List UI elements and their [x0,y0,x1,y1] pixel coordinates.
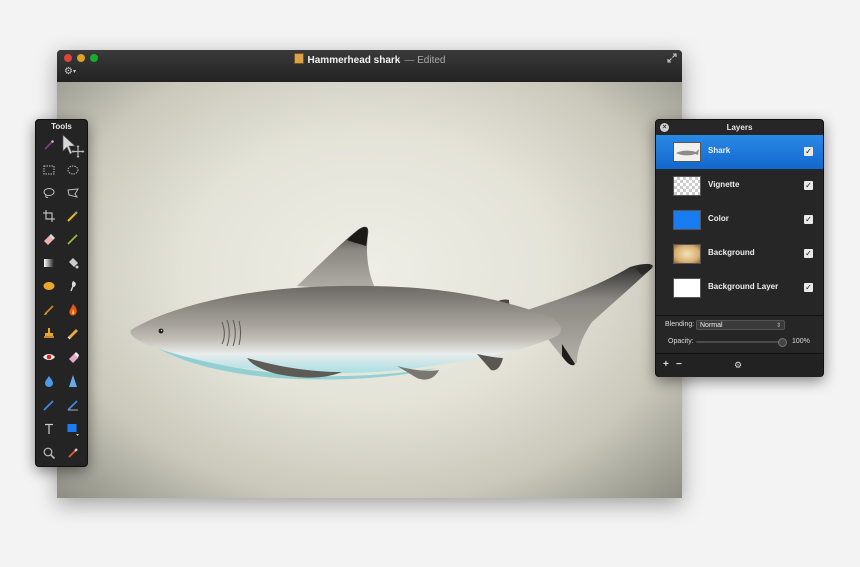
move-tool-icon[interactable] [60,133,86,159]
window-title: Hammerhead shark — Edited [57,53,682,66]
layer-thumbnail [673,278,701,298]
blending-select[interactable]: Normal ⇕ [696,320,785,330]
zoom-icon[interactable] [38,443,60,463]
layer-thumbnail [673,176,701,196]
lasso-icon[interactable] [38,183,60,203]
tools-panel: Tools [35,119,88,467]
layer-options-gear-icon[interactable]: ⚙ [734,360,742,370]
red-eye-icon[interactable] [38,347,60,367]
remove-layer-button[interactable]: − [676,360,682,370]
layers-panel: × Layers Shark ✓ Vignette ✓ Color ✓ Back… [655,119,824,377]
gear-menu-button[interactable]: ⚙▾ [64,67,76,77]
pen-icon[interactable] [38,395,60,415]
title-bar[interactable]: Hammerhead shark — Edited ⚙▾ [57,50,682,83]
document-icon [293,53,304,64]
layer-row-shark[interactable]: Shark ✓ [656,135,823,169]
magic-wand-icon[interactable] [38,135,60,155]
gear-icon: ⚙ [64,66,73,77]
layers-footer: + − ⚙ [656,353,823,377]
layer-name: Vignette [708,180,740,189]
shark-image [130,226,653,380]
eyedropper-icon[interactable] [62,206,84,226]
layer-thumbnail [673,210,701,230]
layer-visibility-checkbox[interactable]: ✓ [804,283,813,292]
layer-row-color[interactable]: Color ✓ [656,203,823,237]
sponge-icon[interactable] [38,276,60,296]
pencil-icon[interactable] [62,229,84,249]
layer-name: Color [708,214,729,223]
edited-status: Edited [417,55,446,66]
fullscreen-icon[interactable] [667,53,677,63]
ellipse-select-icon[interactable] [62,160,84,180]
document-name: Hammerhead shark [307,55,401,66]
close-icon[interactable]: × [660,123,669,132]
blending-label: Blending: [665,321,695,328]
layer-visibility-checkbox[interactable]: ✓ [804,249,813,258]
layer-thumbnail [673,142,701,162]
layer-row-background[interactable]: Background ✓ [656,237,823,271]
blending-value: Normal [700,322,723,329]
layer-thumbnail [673,244,701,264]
add-layer-button[interactable]: + [663,360,669,370]
layer-name: Background Layer [708,282,779,291]
layer-visibility-checkbox[interactable]: ✓ [804,215,813,224]
text-icon[interactable] [38,419,60,439]
color-picker-icon[interactable] [62,443,84,463]
layer-row-background-layer[interactable]: Background Layer ✓ [656,271,823,305]
eraser-alt-icon[interactable] [62,347,84,367]
opacity-slider[interactable] [696,341,786,343]
burn-icon[interactable] [62,300,84,320]
heal-icon[interactable] [62,323,84,343]
eraser-icon[interactable] [38,229,60,249]
opacity-slider-knob[interactable] [778,338,787,347]
vector-pen-icon[interactable] [62,395,84,415]
polygon-lasso-icon[interactable] [62,183,84,203]
layer-visibility-checkbox[interactable]: ✓ [804,181,813,190]
layer-visibility-checkbox[interactable]: ✓ [804,147,813,156]
layers-panel-title: Layers [726,123,753,132]
gradient-icon[interactable] [38,253,60,273]
layer-row-vignette[interactable]: Vignette ✓ [656,169,823,203]
layer-name: Background [708,248,755,257]
opacity-value: 100% [792,338,810,345]
tools-panel-title: Tools [51,122,72,131]
chevron-down-icon: ▾ [72,69,76,75]
crop-icon[interactable] [38,206,60,226]
title-separator: — [404,55,415,66]
rect-select-icon[interactable] [38,160,60,180]
layer-name: Shark [708,146,731,155]
brush-icon[interactable] [38,300,60,320]
shape-icon[interactable] [62,419,84,439]
main-window: Hammerhead shark — Edited ⚙▾ [57,50,682,498]
clone-stamp-icon[interactable] [38,323,60,343]
layers-divider [656,315,823,316]
chevron-updown-icon: ⇕ [775,323,781,329]
smudge-icon[interactable] [62,276,84,296]
sharpen-icon[interactable] [62,371,84,391]
blur-icon[interactable] [38,371,60,391]
paint-bucket-icon[interactable] [62,253,84,273]
opacity-label: Opacity: [668,338,694,345]
image-canvas[interactable] [57,82,682,498]
